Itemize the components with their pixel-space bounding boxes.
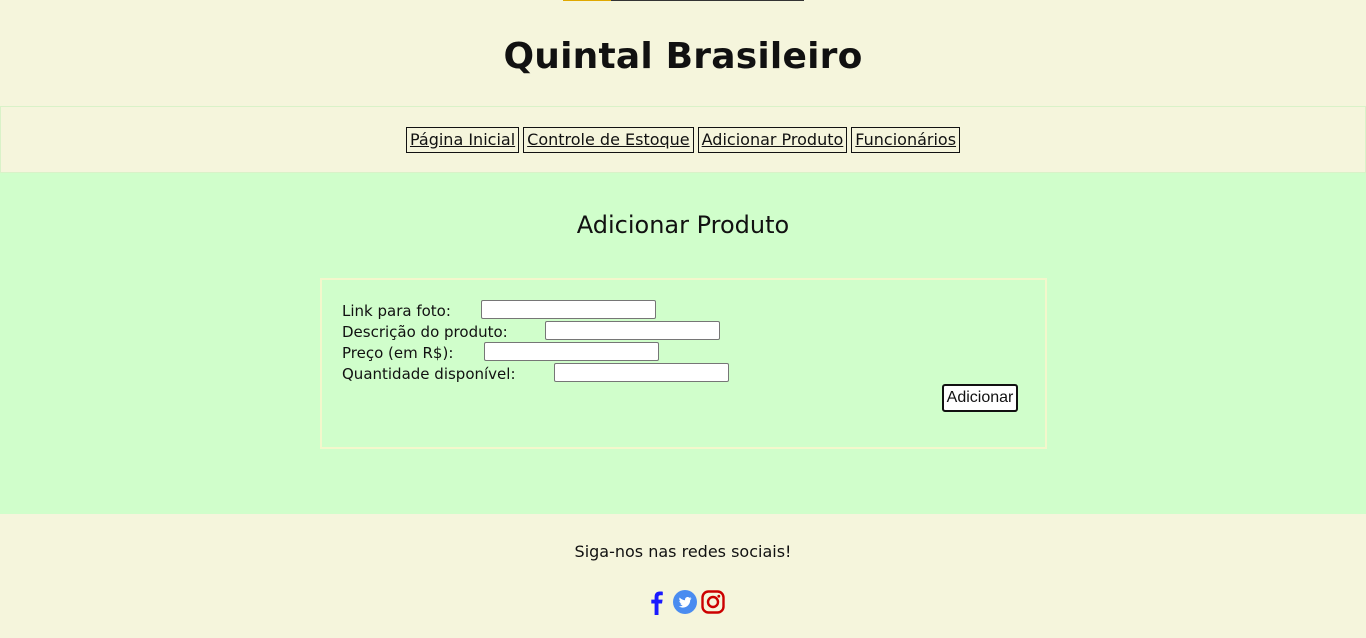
nav-link-pagina-inicial[interactable]: Página Inicial: [405, 126, 520, 153]
logo-dark-bar: [611, 0, 804, 1]
logo-strip: [563, 0, 804, 1]
price-label: Preço (em R$):: [342, 343, 454, 362]
price-input[interactable]: [484, 342, 659, 361]
quantity-row: Quantidade disponível:: [342, 363, 742, 384]
description-input[interactable]: [545, 321, 720, 340]
footer: Siga-nos nas redes sociais!: [0, 514, 1366, 638]
social-links: [645, 589, 725, 615]
logo-accent-bar: [563, 0, 611, 1]
page: Quintal Brasileiro Página Inicial Contro…: [0, 0, 1366, 638]
price-row: Preço (em R$):: [342, 342, 682, 363]
nav-link-controle-de-estoque[interactable]: Controle de Estoque: [523, 126, 694, 153]
footer-text: Siga-nos nas redes sociais!: [574, 542, 792, 561]
photo-link-row: Link para foto:: [342, 300, 662, 321]
page-title: Adicionar Produto: [576, 211, 790, 239]
quantity-label: Quantidade disponível:: [342, 364, 516, 383]
photo-link-label: Link para foto:: [342, 301, 451, 320]
main-section: Adicionar Produto Link para foto: Descri…: [0, 173, 1366, 514]
description-label: Descrição do produto:: [342, 322, 508, 341]
add-product-form: Link para foto: Descrição do produto: Pr…: [320, 278, 1047, 449]
site-title: Quintal Brasileiro: [503, 36, 863, 77]
facebook-icon[interactable]: [645, 589, 669, 615]
nav-link-funcionarios[interactable]: Funcionários: [851, 126, 961, 153]
description-row: Descrição do produto:: [342, 321, 742, 342]
add-button[interactable]: Adicionar: [942, 384, 1018, 412]
photo-link-input[interactable]: [481, 300, 656, 319]
instagram-icon[interactable]: [701, 589, 725, 615]
quantity-input[interactable]: [554, 363, 729, 382]
twitter-icon[interactable]: [673, 589, 697, 615]
nav-bar: Página Inicial Controle de Estoque Adici…: [0, 106, 1366, 173]
nav-link-adicionar-produto[interactable]: Adicionar Produto: [697, 126, 848, 153]
